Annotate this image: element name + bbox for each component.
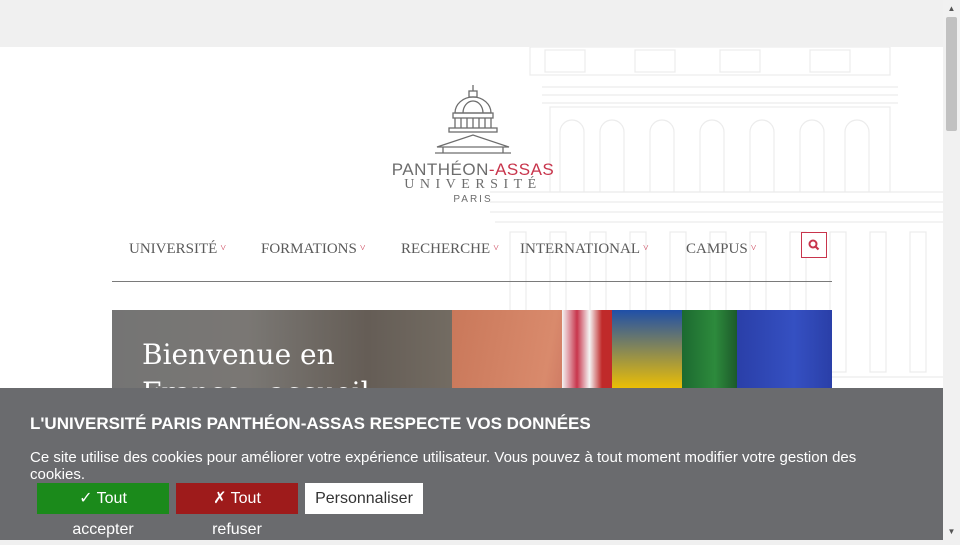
browser-top-area: [0, 0, 943, 47]
refuse-all-button[interactable]: ✗ Tout refuser: [176, 483, 298, 538]
chevron-down-icon: ˅: [220, 243, 226, 254]
university-logo[interactable]: PANTHÉON-ASSAS UNIVERSITÉ PARIS: [388, 83, 558, 208]
cookie-banner-title: L'UNIVERSITÉ PARIS PANTHÉON-ASSAS RESPEC…: [30, 414, 591, 433]
nav-item-label: CAMPUS: [686, 241, 748, 257]
chevron-down-icon: ˅: [642, 243, 649, 254]
nav-item-international[interactable]: INTERNATIONAL ˅: [520, 241, 649, 258]
nav-item-label: INTERNATIONAL: [520, 241, 640, 257]
cookie-consent-banner: L'UNIVERSITÉ PARIS PANTHÉON-ASSAS RESPEC…: [0, 388, 943, 540]
nav-item-label: RECHERCHE: [401, 241, 491, 257]
scroll-down-arrow-icon[interactable]: ▼: [943, 523, 960, 540]
vertical-scrollbar[interactable]: ▲ ▼: [943, 0, 960, 540]
logo-subtitle: UNIVERSITÉ: [404, 177, 542, 192]
scroll-up-arrow-icon[interactable]: ▲: [943, 0, 960, 17]
nav-item-universite[interactable]: UNIVERSITÉ ˅: [129, 241, 226, 258]
logo-city: PARIS: [453, 194, 493, 205]
nav-item-recherche[interactable]: RECHERCHE ˅: [401, 241, 499, 258]
nav-item-formations[interactable]: FORMATIONS ˅: [261, 241, 366, 258]
scrollbar-thumb[interactable]: [946, 17, 957, 131]
nav-item-label: FORMATIONS: [261, 241, 357, 257]
nav-item-label: UNIVERSITÉ: [129, 241, 218, 257]
chevron-down-icon: ˅: [493, 243, 499, 254]
chevron-down-icon: ˅: [359, 243, 366, 254]
cookie-banner-text: Ce site utilise des cookies pour amélior…: [30, 449, 857, 483]
nav-item-campus[interactable]: CAMPUS ˅: [686, 241, 756, 258]
chevron-down-icon: ˅: [750, 243, 757, 254]
search-button[interactable]: [801, 232, 827, 258]
pantheon-dome-icon: [435, 85, 511, 154]
main-navigation: UNIVERSITÉ ˅ FORMATIONS ˅ RECHERCHE ˅ INTER…: [112, 232, 832, 282]
accept-all-button[interactable]: ✓ Tout accepter: [37, 483, 169, 538]
customize-button[interactable]: Personnaliser: [305, 483, 423, 514]
search-icon: [808, 239, 820, 251]
